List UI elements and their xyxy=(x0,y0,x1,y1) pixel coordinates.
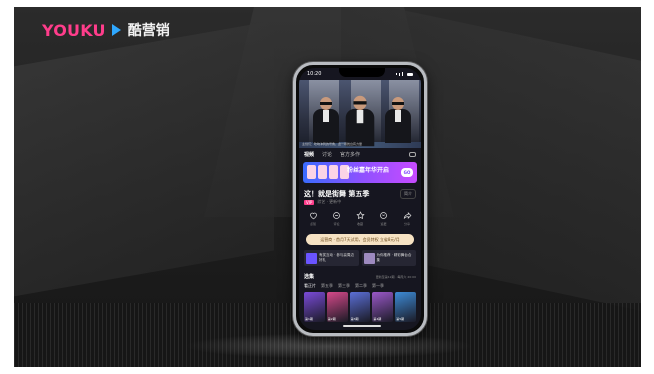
performer xyxy=(313,97,339,143)
episode-thumbnail[interactable]: 第5期 xyxy=(395,292,416,322)
action-label: 分享 xyxy=(403,222,410,226)
episode-label: 第5期 xyxy=(396,317,405,321)
action-label: 收藏 xyxy=(356,222,363,226)
promo-card[interactable]: 为你推荐 · 精彩舞台合集 xyxy=(361,250,416,266)
phone-screen: 10:20 主创们：吹响冲刺的号角，这一场舞台有力量 视频 讨论 官方多作 粉丝… xyxy=(299,68,421,330)
tab-official[interactable]: 官方多作 xyxy=(340,151,360,158)
tab-discussion[interactable]: 讨论 xyxy=(322,151,332,158)
show-title: 这！就是街舞 第五季 xyxy=(304,190,370,198)
performer xyxy=(345,95,375,147)
season-tab[interactable]: 第二季 xyxy=(355,283,367,289)
status-bar: 10:20 xyxy=(299,68,421,80)
season-tab[interactable]: 第五季 xyxy=(321,283,333,289)
promo-thumbnail xyxy=(306,252,317,264)
signal-icon xyxy=(396,72,413,76)
performer xyxy=(385,97,411,143)
episode-thumbnail[interactable]: 第1期 xyxy=(304,292,325,322)
episode-section: 选集 更新至第12期 · 每周六 20:00 看正片 第五季 第三季 第二季 第… xyxy=(304,273,416,322)
episode-label: 第2期 xyxy=(327,317,336,321)
comment-button[interactable]: 评论 xyxy=(329,211,345,226)
banner-avatars xyxy=(307,165,349,179)
background-facet xyxy=(14,20,274,304)
video-caption: 主创们：吹响冲刺的号角，这一场舞台有力量 xyxy=(302,142,363,146)
action-label: 追更 xyxy=(380,222,387,226)
show-meta: 综艺 · 更新中 xyxy=(317,199,342,204)
promo-background: YOUKU 酷营销 10:20 主创们：吹响冲刺的号角，这一场舞台有力量 视频 … xyxy=(14,7,641,367)
episode-subtitle: 更新至第12期 · 每周六 20:00 xyxy=(375,274,416,279)
season-tab[interactable]: 第一季 xyxy=(372,283,384,289)
episode-thumbnail[interactable]: 第4期 xyxy=(372,292,394,322)
youku-logo: YOUKU 酷营销 xyxy=(42,20,170,40)
favorite-button[interactable]: 收藏 xyxy=(352,211,368,226)
phone-mockup: 10:20 主创们：吹响冲刺的号角，这一场舞台有力量 视频 讨论 官方多作 粉丝… xyxy=(293,62,427,336)
floor-glow xyxy=(184,333,474,359)
vip-badge: VIP xyxy=(304,199,315,205)
content-tabs: 视频 讨论 官方多作 xyxy=(299,148,421,160)
episode-title: 选集 xyxy=(304,274,315,280)
promo-text: 为你推荐 · 精彩舞台合集 xyxy=(376,253,412,262)
logo-word: YOUKU xyxy=(42,20,106,40)
intro-button[interactable]: 简介 xyxy=(400,189,416,199)
episode-thumbnails: 第1期 第2期 第3期 第4期 第5期 xyxy=(304,292,416,322)
banner-go-button[interactable]: GO xyxy=(401,168,413,177)
share-button[interactable]: 分享 xyxy=(399,211,415,226)
promo-thumbnail xyxy=(363,252,375,264)
membership-notice[interactable]: 运营商 · 首月7天试用，会员特权 立省8元/月 xyxy=(306,234,414,245)
action-label: 评论 xyxy=(333,222,340,226)
season-tab[interactable]: 看正片 xyxy=(304,283,316,289)
episode-thumbnail[interactable]: 第2期 xyxy=(326,292,348,322)
season-tabs: 看正片 第五季 第三季 第二季 第一季 xyxy=(304,283,416,289)
like-button[interactable]: 点赞 xyxy=(305,211,321,226)
comment-bubble-icon[interactable] xyxy=(409,151,416,157)
promo-text: 有奖互动 · 参与赢周边好礼 xyxy=(319,253,354,262)
season-tab[interactable]: 第三季 xyxy=(338,283,350,289)
promo-cards: 有奖互动 · 参与赢周边好礼 为你推荐 · 精彩舞台合集 xyxy=(304,250,416,266)
home-indicator[interactable] xyxy=(343,325,381,327)
share-icon xyxy=(403,211,411,220)
action-label: 点赞 xyxy=(309,222,316,226)
episode-thumbnail[interactable]: 第3期 xyxy=(349,292,371,322)
play-triangle-icon xyxy=(111,24,121,36)
show-tags: VIP 综艺 · 更新中 xyxy=(304,199,341,205)
episode-label: 第4期 xyxy=(373,317,382,321)
comment-icon xyxy=(333,212,340,219)
heart-icon xyxy=(309,212,317,220)
episode-header: 选集 更新至第12期 · 每周六 20:00 xyxy=(304,273,416,280)
bell-icon xyxy=(380,212,387,219)
promo-card[interactable]: 有奖互动 · 参与赢周边好礼 xyxy=(304,250,359,266)
banner-text: 粉丝嘉年华开启 xyxy=(347,167,390,174)
star-icon xyxy=(355,211,365,220)
video-player[interactable]: 主创们：吹响冲刺的号角，这一场舞台有力量 xyxy=(299,80,421,148)
tab-video[interactable]: 视频 xyxy=(304,151,314,158)
status-time: 10:20 xyxy=(307,71,322,77)
episode-label: 第1期 xyxy=(305,317,313,321)
logo-cn: 酷营销 xyxy=(127,23,170,39)
episode-label: 第3期 xyxy=(350,317,359,321)
action-row: 点赞 评论 收藏 追更 分享 xyxy=(305,211,415,226)
event-banner[interactable]: 粉丝嘉年华开启 GO xyxy=(303,162,417,183)
follow-button[interactable]: 追更 xyxy=(376,211,392,226)
